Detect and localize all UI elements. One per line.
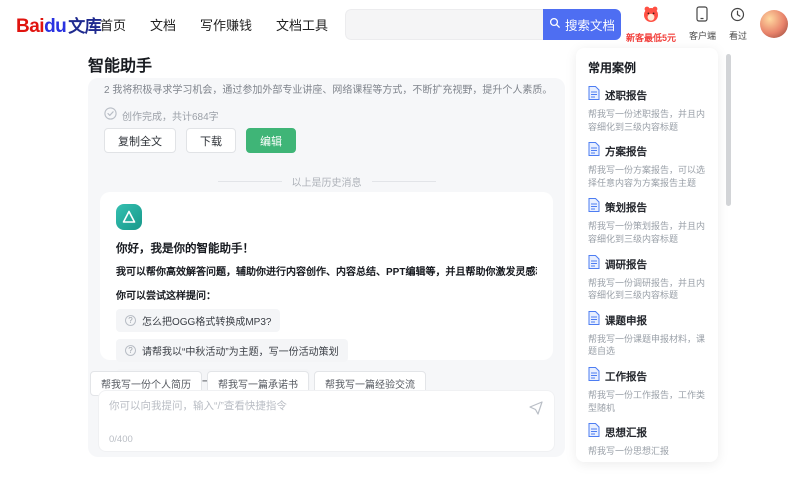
example-question-text: 请帮我以“中秋活动”为主题，写一份活动策划 xyxy=(142,347,339,358)
document-icon xyxy=(588,198,600,217)
case-desc: 帮我写一份调研报告，并且内容细化到三级内容标题 xyxy=(588,277,706,301)
case-desc: 帮我写一份策划报告，并且内容细化到三级内容标题 xyxy=(588,221,706,244)
search-input[interactable] xyxy=(345,9,543,40)
page-title: 智能助手 xyxy=(88,58,153,75)
search-button-label: 搜索文档 xyxy=(564,19,615,33)
download-button[interactable]: 下载 xyxy=(186,128,236,153)
send-icon[interactable] xyxy=(527,398,545,416)
viewed-widget[interactable]: 看过 xyxy=(729,7,747,42)
creation-status-text: 创作完成，共计684字 xyxy=(122,111,219,123)
client-label: 客户端 xyxy=(688,31,716,41)
promo-widget[interactable]: 新客最低5元 xyxy=(626,4,676,44)
document-icon xyxy=(588,254,600,274)
search-icon xyxy=(549,17,561,32)
case-desc: 帮我写一份工作报告，工作类型随机 xyxy=(588,389,706,413)
message-input-box: 0/400 xyxy=(98,390,555,452)
case-item[interactable]: 述职报告 帮我写一份述职报告，并且内容细化到三级内容标题 xyxy=(588,86,706,133)
common-cases-title: 常用案例 xyxy=(588,61,637,75)
main-nav: 首页 文档 写作赚钱 文档工具 更多 xyxy=(100,0,378,48)
history-clipped-text: 2 我将积极寻求学习机会，通过参加外部专业讲座、网络课程等方式，不断扩充视野，提… xyxy=(104,85,553,96)
example-question[interactable]: ? 怎么把OGG格式转换成MP3? xyxy=(116,309,281,332)
char-counter: 0/400 xyxy=(109,434,133,445)
case-title: 工作报告 xyxy=(605,370,647,383)
document-icon xyxy=(588,366,600,386)
case-item[interactable]: 课题申报 帮我写一份课题申报材料，课题自选 xyxy=(588,310,706,358)
search-button[interactable]: 搜索文档 xyxy=(543,9,621,40)
case-desc: 帮我写一份思想汇报 xyxy=(588,446,670,457)
nav-item-home[interactable]: 首页 xyxy=(100,15,126,34)
result-actions: 复制全文 下载 编辑 xyxy=(104,128,296,153)
page: Baidu文库 首页 文档 写作赚钱 文档工具 更多 搜索文档 新客最低5元 xyxy=(0,0,800,479)
case-item[interactable]: 策划报告 帮我写一份策划报告，并且内容细化到三级内容标题 xyxy=(588,198,706,245)
common-cases-card: 常用案例 述职报告 帮我写一份述职报告，并且内容细化到三级内容标题 方案报告 帮… xyxy=(576,48,718,462)
edit-button[interactable]: 编辑 xyxy=(246,128,296,153)
nav-item-docs[interactable]: 文档 xyxy=(150,15,176,34)
assistant-intro: 我可以帮你高效解答问题，辅助你进行内容创作、内容总结、PPT编辑等，并且帮助你激… xyxy=(116,267,537,278)
assistant-message-bubble: 你好，我是你的智能助手！ 我可以帮你高效解答问题，辅助你进行内容创作、内容总结、… xyxy=(100,192,553,392)
history-divider-label: 以上是历史消息 xyxy=(291,178,362,189)
case-item[interactable]: 工作报告 帮我写一份工作报告，工作类型随机 xyxy=(588,366,706,414)
document-icon xyxy=(588,423,600,442)
conversation-panel: 2 我将积极寻求学习机会，通过参加外部专业讲座、网络课程等方式，不断扩充视野，提… xyxy=(88,78,565,457)
history-divider: 以上是历史消息 xyxy=(88,174,565,189)
case-item[interactable]: 调研报告 帮我写一份调研报告，并且内容细化到三级内容标题 xyxy=(588,254,706,302)
case-title: 述职报告 xyxy=(605,90,647,102)
case-item[interactable]: 方案报告 帮我写一份方案报告，可以选择任意内容为方案报告主题 xyxy=(588,142,706,189)
navbar-right: 新客最低5元 客户端 看过 xyxy=(626,0,788,48)
phone-icon xyxy=(696,6,709,27)
nav-item-write-earn[interactable]: 写作赚钱 xyxy=(200,15,252,34)
document-icon xyxy=(588,86,600,105)
assistant-greeting: 你好，我是你的智能助手！ xyxy=(116,243,254,255)
case-title: 课题申报 xyxy=(605,314,647,327)
example-question[interactable]: ? 请帮我以“中秋活动”为主题，写一份活动策划 xyxy=(116,339,348,362)
example-question-text: 怎么把OGG格式转换成MP3? xyxy=(142,317,272,328)
case-title: 策划报告 xyxy=(605,202,647,215)
scrollbar-thumb[interactable] xyxy=(726,54,731,206)
question-icon: ? xyxy=(125,315,136,326)
search-bar: 搜索文档 xyxy=(345,9,621,40)
baidu-wenku-logo[interactable]: Baidu 文库 xyxy=(16,12,102,38)
case-desc: 帮我写一份课题申报材料，课题自选 xyxy=(588,333,706,357)
promo-label: 新客最低5元 xyxy=(625,33,676,43)
case-title: 调研报告 xyxy=(605,258,647,271)
top-navbar: Baidu文库 首页 文档 写作赚钱 文档工具 更多 搜索文档 新客最低5元 xyxy=(0,0,800,48)
creation-status: 创作完成，共计684字 xyxy=(104,107,219,123)
document-icon xyxy=(588,310,600,330)
client-widget[interactable]: 客户端 xyxy=(689,6,716,42)
nav-item-doc-tools[interactable]: 文档工具 xyxy=(276,15,328,34)
case-title: 方案报告 xyxy=(605,146,647,159)
user-avatar[interactable] xyxy=(760,10,788,38)
assistant-try-label: 你可以尝试这样提问： xyxy=(116,291,216,302)
logo-product: 文库 xyxy=(68,17,102,36)
question-icon: ? xyxy=(125,345,136,356)
check-circle-icon xyxy=(104,107,117,123)
mascot-icon xyxy=(641,4,661,29)
case-item[interactable]: 思想汇报 帮我写一份思想汇报 xyxy=(588,423,706,458)
message-input[interactable] xyxy=(109,398,512,432)
clock-icon xyxy=(730,7,745,27)
case-desc: 帮我写一份述职报告，并且内容细化到三级内容标题 xyxy=(588,109,706,132)
logo-du: du xyxy=(44,16,67,37)
case-desc: 帮我写一份方案报告，可以选择任意内容为方案报告主题 xyxy=(588,165,706,188)
logo-bai: Bai xyxy=(16,16,45,37)
document-icon xyxy=(588,142,600,161)
copy-all-button[interactable]: 复制全文 xyxy=(104,128,176,153)
case-title: 思想汇报 xyxy=(605,427,647,440)
assistant-avatar xyxy=(116,204,142,230)
viewed-label: 看过 xyxy=(728,30,747,41)
